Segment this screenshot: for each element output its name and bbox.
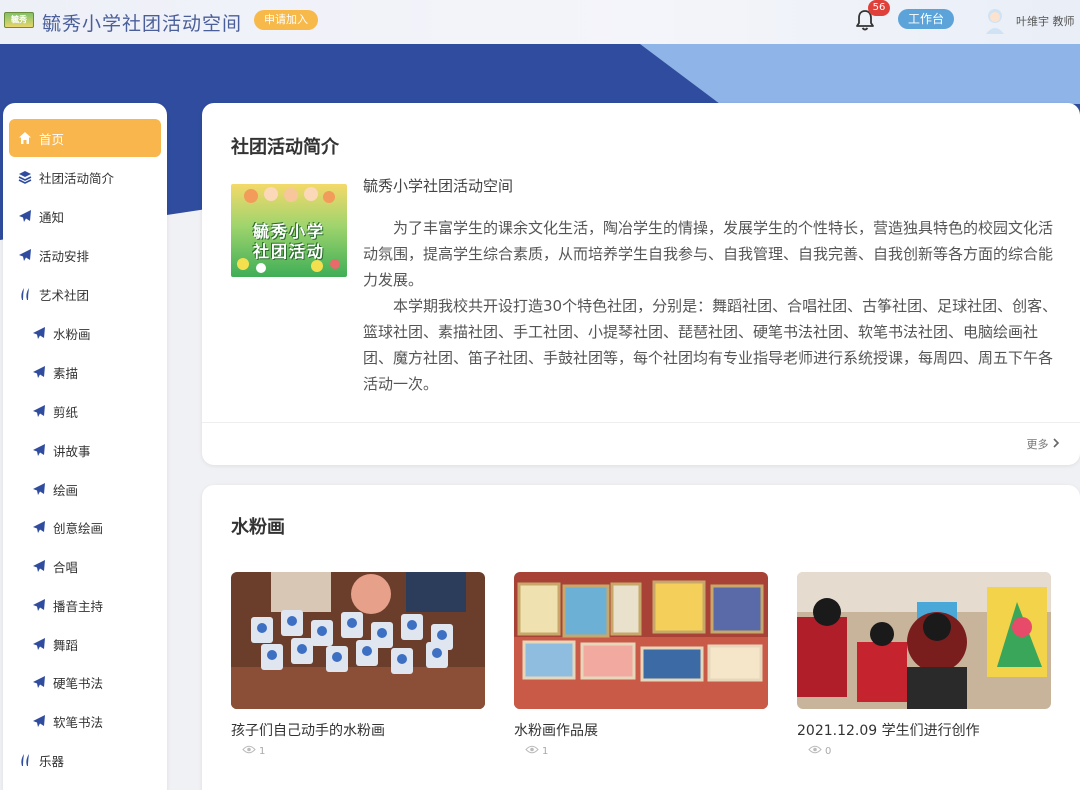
paper-plane-icon xyxy=(17,208,33,224)
sidebar-item-hard-pen-calligraphy[interactable]: 硬笔书法 xyxy=(9,663,161,701)
home-icon xyxy=(17,130,33,146)
eye-icon xyxy=(242,745,256,757)
notification-count-badge: 56 xyxy=(868,0,890,16)
more-link[interactable]: 更多 xyxy=(1027,436,1061,452)
paper-plane-icon xyxy=(31,325,47,341)
sidebar-item-label: 素描 xyxy=(53,365,79,381)
gallery-thumbnail[interactable] xyxy=(797,572,1051,709)
view-count: 1 xyxy=(525,745,548,757)
gallery-item-title[interactable]: 孩子们自己动手的水粉画 xyxy=(231,720,385,740)
sidebar-item-gouache[interactable]: 水粉画 xyxy=(9,314,161,352)
sidebar-item-painting[interactable]: 绘画 xyxy=(9,470,161,508)
view-count-value: 1 xyxy=(542,745,549,757)
paper-plane-icon xyxy=(31,519,47,535)
sidebar-item-label: 合唱 xyxy=(53,559,79,575)
sidebar-item-label: 首页 xyxy=(39,131,65,147)
sidebar-item-label: 社团活动简介 xyxy=(39,170,115,186)
view-count-value: 0 xyxy=(825,745,832,757)
card-divider xyxy=(202,422,1080,423)
user-avatar[interactable] xyxy=(984,7,1006,35)
sidebar-item-schedule[interactable]: 活动安排 xyxy=(9,236,161,274)
gallery-thumbnail[interactable] xyxy=(514,572,768,709)
workbench-button[interactable]: 工作台 xyxy=(898,9,955,29)
site-logo[interactable]: 毓秀 xyxy=(4,12,34,28)
paper-plane-icon xyxy=(31,364,47,380)
user-name[interactable]: 叶维宇 教师 xyxy=(1016,13,1075,29)
paper-plane-icon xyxy=(31,442,47,458)
sidebar-item-storytelling[interactable]: 讲故事 xyxy=(9,431,161,469)
sidebar-item-sketch[interactable]: 素描 xyxy=(9,353,161,391)
sidebar-item-dance[interactable]: 舞蹈 xyxy=(9,625,161,663)
sidebar-item-label: 活动安排 xyxy=(39,248,90,264)
eye-icon xyxy=(808,745,822,757)
sidebar-item-instruments[interactable]: 乐器 xyxy=(9,741,161,779)
sidebar-item-creative-painting[interactable]: 创意绘画 xyxy=(9,508,161,546)
view-count: 1 xyxy=(242,745,265,757)
sidebar-item-label: 讲故事 xyxy=(53,443,91,459)
sidebar-item-intro[interactable]: 社团活动简介 xyxy=(9,158,161,196)
sidebar-item-label: 艺术社团 xyxy=(39,287,90,303)
view-count-value: 1 xyxy=(259,745,266,757)
intro-body: 为了丰富学生的课余文化生活，陶冶学生的情操，发展学生的个性特长，营造独具特色的校… xyxy=(363,215,1063,397)
sidebar-item-label: 软笔书法 xyxy=(53,714,104,730)
intro-paragraph: 为了丰富学生的课余文化生活，陶冶学生的情操，发展学生的个性特长，营造独具特色的校… xyxy=(363,219,1054,289)
apply-join-button[interactable]: 申请加入 xyxy=(254,10,318,30)
sidebar-item-label: 创意绘画 xyxy=(53,520,104,536)
intro-image-caption: 社团活动 xyxy=(252,242,325,261)
intro-card-title: 社团活动简介 xyxy=(231,137,339,158)
view-count: 0 xyxy=(808,745,831,757)
gallery-thumbnail[interactable] xyxy=(231,572,485,709)
paper-plane-icon xyxy=(31,636,47,652)
eye-icon xyxy=(525,745,539,757)
sidebar-item-notice[interactable]: 通知 xyxy=(9,197,161,235)
sidebar-nav: 首页 社团活动简介 通知 活动安排 艺术社团 水粉画 素描 剪纸 讲故事 绘画 … xyxy=(3,103,167,790)
intro-subtitle: 毓秀小学社团活动空间 xyxy=(363,177,514,195)
sidebar-item-art-clubs[interactable]: 艺术社团 xyxy=(9,275,161,313)
sidebar-item-label: 乐器 xyxy=(39,753,65,769)
gallery-item-title[interactable]: 水粉画作品展 xyxy=(514,720,598,740)
intro-image[interactable]: 毓秀小学 社团活动 xyxy=(231,184,347,277)
sidebar-item-broadcasting[interactable]: 播音主持 xyxy=(9,586,161,624)
sidebar-item-label: 硬笔书法 xyxy=(53,675,104,691)
sidebar-item-label: 舞蹈 xyxy=(53,637,79,653)
layers-icon xyxy=(17,169,33,185)
gallery-title: 水粉画 xyxy=(231,517,285,538)
gallery-item-title[interactable]: 2021.12.09 学生们进行创作 xyxy=(797,720,980,740)
sidebar-item-label: 播音主持 xyxy=(53,598,104,614)
feather-icon xyxy=(17,286,33,302)
sidebar-item-choir[interactable]: 合唱 xyxy=(9,547,161,585)
intro-paragraph: 本学期我校共开设打造30个特色社团，分别是：舞蹈社团、合唱社团、古筝社团、足球社… xyxy=(363,297,1058,393)
sidebar-item-brush-calligraphy[interactable]: 软笔书法 xyxy=(9,702,161,740)
sidebar-item-home[interactable]: 首页 xyxy=(9,119,161,157)
sidebar-item-label: 绘画 xyxy=(53,482,79,498)
sidebar-item-label: 通知 xyxy=(39,209,65,225)
gouache-gallery-card: 水粉画 孩子们自己动手的水粉画 1 水粉画作品展 1 2021.12.09 学生… xyxy=(202,485,1080,790)
more-link-label: 更多 xyxy=(1026,438,1049,451)
paper-plane-icon xyxy=(31,403,47,419)
paper-plane-icon xyxy=(31,481,47,497)
site-title[interactable]: 毓秀小学社团活动空间 xyxy=(42,9,242,36)
paper-plane-icon xyxy=(31,713,47,729)
feather-icon xyxy=(17,752,33,768)
sidebar-item-papercut[interactable]: 剪纸 xyxy=(9,392,161,430)
paper-plane-icon xyxy=(17,247,33,263)
sidebar-item-label: 水粉画 xyxy=(53,326,91,342)
paper-plane-icon xyxy=(31,597,47,613)
sidebar-item-label: 剪纸 xyxy=(53,404,79,420)
paper-plane-icon xyxy=(31,558,47,574)
chevron-right-icon xyxy=(1052,438,1060,451)
paper-plane-icon xyxy=(31,674,47,690)
top-header: 毓秀 毓秀小学社团活动空间 申请加入 56 工作台 叶维宇 教师 xyxy=(0,0,1080,44)
intro-card: 社团活动简介 毓秀小学 社团活动 毓秀小学社团活动空间 为了丰富学生的课余文化生… xyxy=(202,103,1080,465)
